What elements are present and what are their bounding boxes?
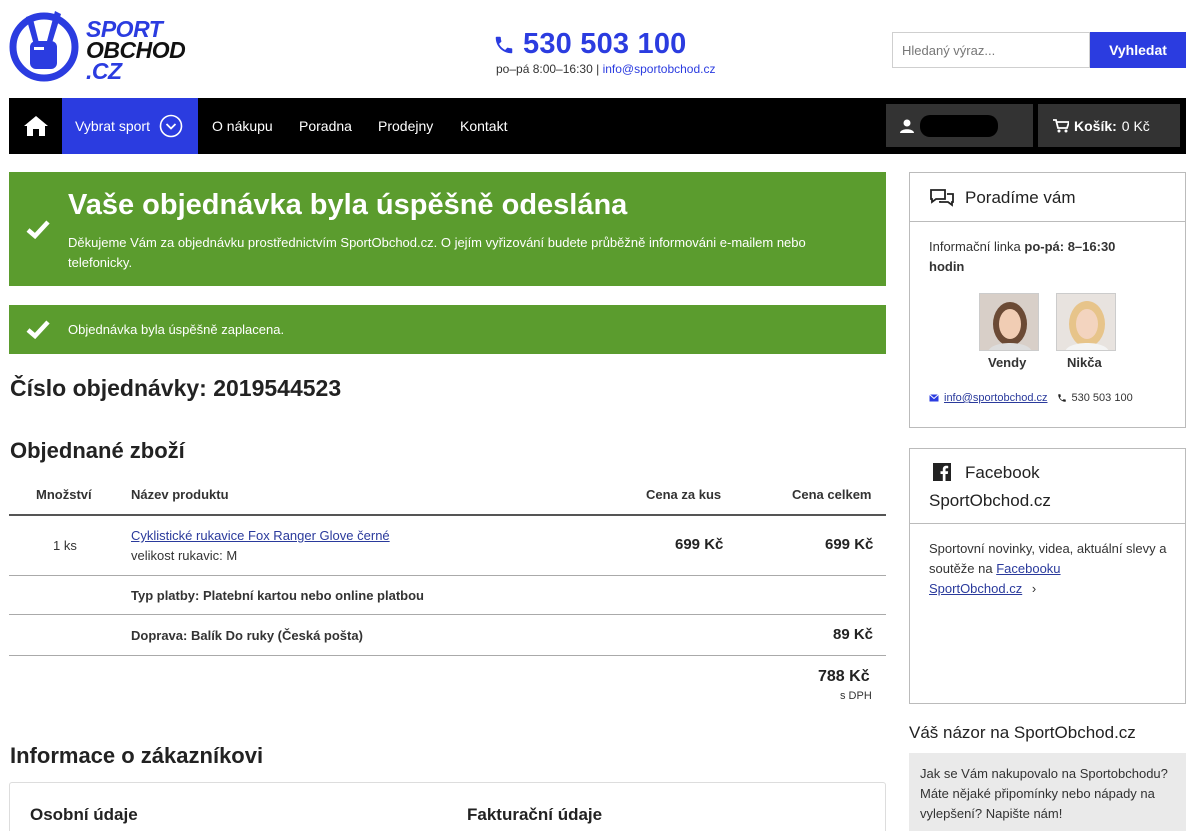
envelope-icon <box>929 394 939 402</box>
table-divider <box>9 655 886 656</box>
col-header-unit-price: Cena za kus <box>646 487 722 502</box>
col-header-product: Název produktu <box>131 487 229 502</box>
customer-info-box: Osobní údaje Fakturační údaje <box>9 782 886 831</box>
advice-panel-title: Poradíme vám <box>965 188 1076 207</box>
cart-icon <box>1053 118 1069 132</box>
facebook-link[interactable]: Facebooku <box>996 561 1060 576</box>
opinion-text: Jak se Vám nakupovalo na Sportobchodu? M… <box>920 766 1168 821</box>
advice-contact-row: info@sportobchod.cz 530 503 100 <box>929 392 1133 404</box>
vat-note: s DPH <box>840 690 872 702</box>
hotline-info: Informační linka po-pá: 8–16:30 hodin <box>929 237 1149 277</box>
home-button[interactable] <box>9 98 62 154</box>
agent-photo-vendy <box>979 293 1039 351</box>
personal-data-heading: Osobní údaje <box>30 805 138 824</box>
search-button[interactable]: Vyhledat <box>1090 32 1186 68</box>
main-navigation: Vybrat sport O nákupu Poradna Prodejny K… <box>9 98 1186 154</box>
agent-name-nikca: Nikča <box>1067 355 1102 370</box>
phone-small-icon <box>1057 394 1066 402</box>
advice-email-link[interactable]: info@sportobchod.cz <box>944 392 1048 404</box>
user-icon <box>900 119 914 133</box>
product-link[interactable]: Cyklistické rukavice Fox Ranger Glove če… <box>131 528 390 543</box>
order-success-banner: Vaše objednávka byla úspěšně odeslána Dě… <box>9 172 886 286</box>
item-unit-price: 699 Kč <box>675 536 724 553</box>
opinion-heading: Váš názor na SportObchod.cz <box>909 723 1136 742</box>
chat-bubbles-icon <box>930 189 954 207</box>
search-input[interactable] <box>892 32 1090 68</box>
ordered-goods-heading: Objednané zboží <box>10 438 185 463</box>
payment-type: Typ platby: Platební kartou nebo online … <box>131 588 424 603</box>
item-quantity: 1 ks <box>53 538 77 553</box>
table-divider <box>9 614 886 615</box>
table-divider <box>9 575 886 576</box>
order-success-title: Vaše objednávka byla úspěšně odeslána <box>68 189 628 221</box>
nav-select-sport-label: Vybrat sport <box>75 118 150 134</box>
nav-contact[interactable]: Kontakt <box>460 98 507 154</box>
facebook-panel-subtitle: SportObchod.cz <box>929 491 1051 510</box>
site-logo[interactable]: SPORT OBCHOD .CZ <box>8 5 198 85</box>
facebook-promo-text: Sportovní novinky, videa, aktuální slevy… <box>929 539 1169 599</box>
shipping-price: 89 Kč <box>833 626 874 643</box>
facebook-icon <box>933 463 951 481</box>
chevron-down-circle-icon <box>159 114 183 138</box>
facebook-link-sportobchod[interactable]: SportObchod.cz <box>929 581 1022 596</box>
phone-number: 530 503 100 <box>523 28 687 60</box>
checkmark-icon <box>26 220 50 239</box>
cart-label: Košík: <box>1074 117 1117 134</box>
product-variant: velikost rukavic: M <box>131 548 238 563</box>
nav-select-sport[interactable]: Vybrat sport <box>62 98 198 154</box>
opinion-box: Jak se Vám nakupovalo na Sportobchodu? M… <box>909 753 1186 831</box>
logo-text-cz: .CZ <box>86 58 122 84</box>
cart-value: 0 Kč <box>1121 117 1150 134</box>
logo-peace-hand-icon <box>9 11 79 82</box>
customer-info-heading: Informace o zákazníkovi <box>10 743 264 768</box>
grand-total: 788 Kč <box>818 668 870 685</box>
agent-photo-nikca <box>1056 293 1116 351</box>
advice-panel-header: Poradíme vám <box>910 173 1185 222</box>
order-success-text: Děkujeme Vám za objednávku prostřednictv… <box>68 235 806 270</box>
hotline-prefix: Informační linka <box>929 239 1025 254</box>
billing-data-heading: Fakturační údaje <box>467 805 603 824</box>
nav-about-purchase[interactable]: O nákupu <box>212 98 273 154</box>
order-number: Číslo objednávky: 2019544523 <box>10 375 342 401</box>
phone-icon <box>495 36 513 53</box>
agent-name-vendy: Vendy <box>988 355 1027 370</box>
hours-text: po–pá 8:00–16:30 <box>496 62 593 76</box>
payment-success-text: Objednávka byla úspěšně zaplacena. <box>68 322 285 337</box>
nav-advice[interactable]: Poradna <box>299 98 352 154</box>
contact-hours: po–pá 8:00–16:30 | info@sportobchod.cz <box>496 62 716 76</box>
item-total-price: 699 Kč <box>825 536 874 553</box>
col-header-total: Cena celkem <box>792 487 872 502</box>
home-icon <box>23 116 48 136</box>
col-header-quantity: Množství <box>36 487 92 502</box>
checkmark-icon <box>26 320 50 339</box>
redacted-username <box>920 114 998 137</box>
user-account-button[interactable] <box>886 104 1033 147</box>
advice-panel: Poradíme vám Informační linka po-pá: 8–1… <box>909 172 1186 428</box>
facebook-panel-title: Facebook <box>965 463 1040 482</box>
header-phone[interactable]: 530 503 100 <box>493 28 686 61</box>
separator: | <box>596 62 600 76</box>
facebook-panel: Facebook SportObchod.cz Sportovní novink… <box>909 448 1186 704</box>
facebook-panel-header: Facebook SportObchod.cz <box>910 449 1185 524</box>
nav-stores[interactable]: Prodejny <box>378 98 433 154</box>
table-divider <box>9 514 886 516</box>
header-email-link[interactable]: info@sportobchod.cz <box>603 62 716 76</box>
shipping-method: Doprava: Balík Do ruky (Česká pošta) <box>131 628 363 643</box>
advice-phone: 530 503 100 <box>1071 392 1133 404</box>
cart-button[interactable]: Košík: 0 Kč <box>1038 104 1180 147</box>
chevron-right-icon: › <box>1031 581 1037 596</box>
payment-success-banner: Objednávka byla úspěšně zaplacena. <box>9 305 886 354</box>
